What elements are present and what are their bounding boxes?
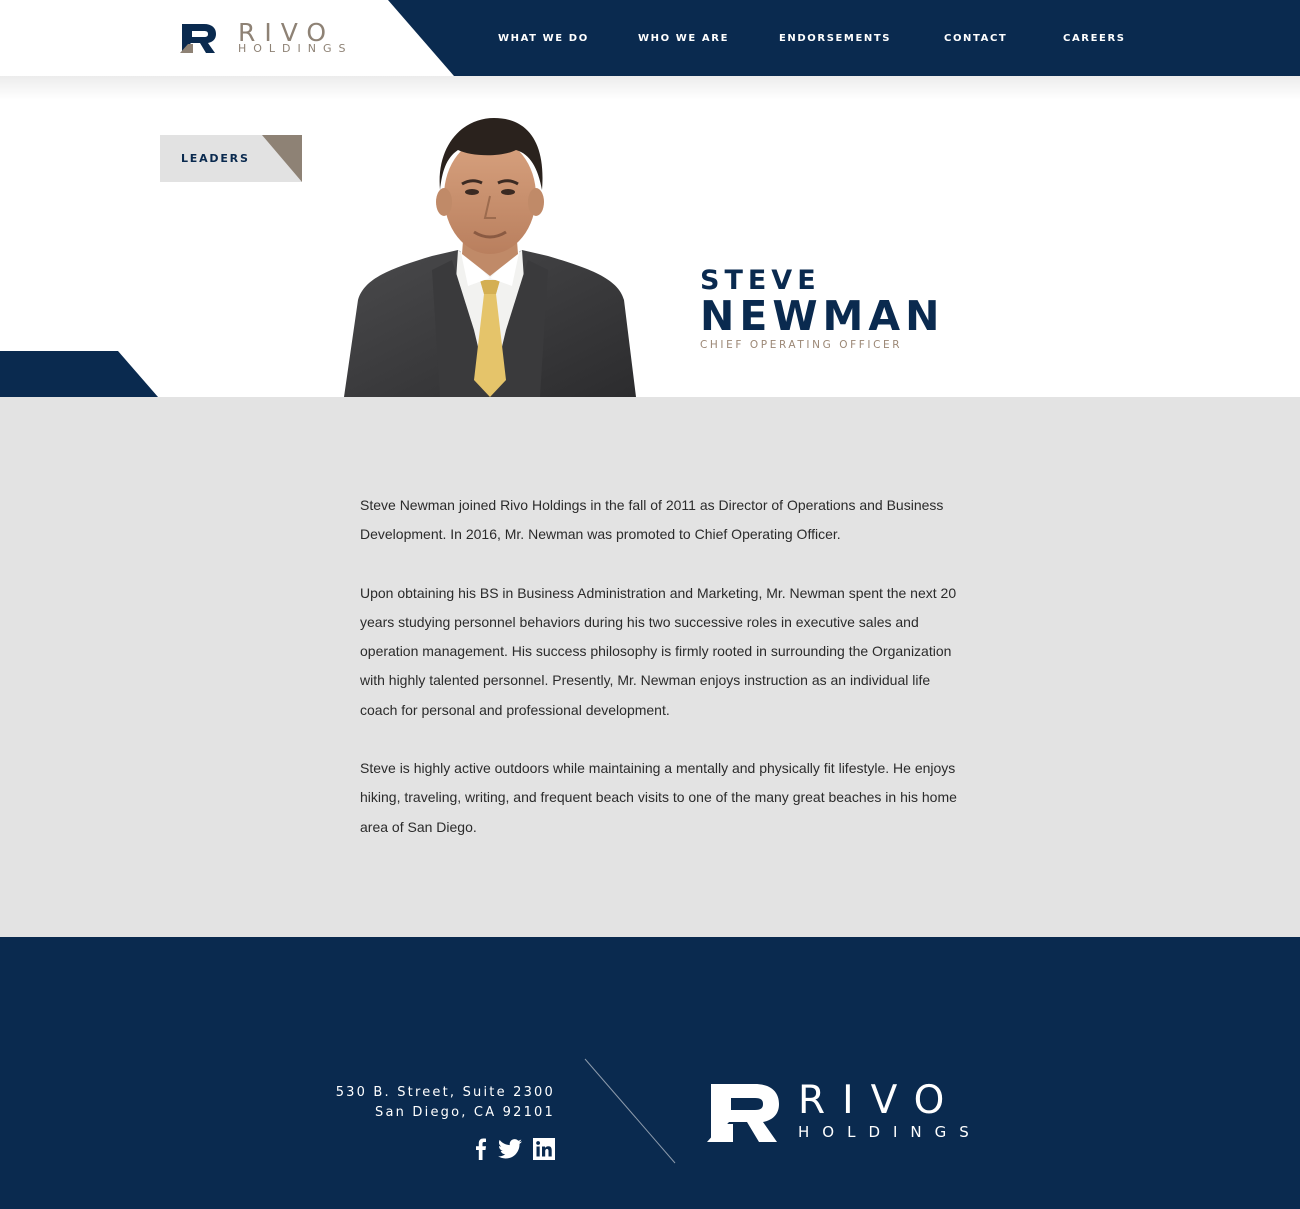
leader-last-name: NEWMAN	[700, 292, 945, 340]
nav-who-we-are[interactable]: WHO WE ARE	[638, 33, 729, 45]
footer-logo-wordmark: RIVO	[798, 1078, 962, 1123]
rivo-r-mark-icon	[180, 24, 216, 53]
bio-text: Steve Newman joined Rivo Holdings in the…	[360, 491, 960, 871]
linkedin-icon[interactable]	[533, 1138, 555, 1160]
footer-divider-line	[584, 1058, 676, 1164]
leaders-tag-label: LEADERS	[181, 152, 250, 165]
bio-section: Steve Newman joined Rivo Holdings in the…	[0, 397, 1300, 937]
nav-contact[interactable]: CONTACT	[944, 33, 1007, 45]
tag-corner-accent	[262, 135, 302, 182]
header-logo[interactable]: RIVO HOLDINGS	[180, 20, 370, 56]
bio-paragraph: Upon obtaining his BS in Business Admini…	[360, 584, 957, 718]
rivo-r-mark-icon	[707, 1084, 779, 1142]
facebook-icon[interactable]	[476, 1138, 486, 1160]
header-shadow	[0, 76, 1300, 100]
site-header: RIVO HOLDINGS WHAT WE DO WHO WE ARE ENDO…	[0, 0, 1300, 76]
leader-job-title: CHIEF OPERATING OFFICER	[700, 339, 903, 351]
nav-careers[interactable]: CAREERS	[1063, 33, 1126, 45]
footer-address-line1: 530 B. Street, Suite 2300	[335, 1085, 555, 1100]
footer-logo[interactable]: RIVO HOLDINGS	[706, 1080, 991, 1146]
site-footer: 530 B. Street, Suite 2300 San Diego, CA …	[0, 937, 1300, 1209]
footer-address-line2: San Diego, CA 92101	[375, 1105, 555, 1120]
footer-logo-subtitle: HOLDINGS	[798, 1123, 982, 1141]
bio-paragraph: Steve is highly active outdoors while ma…	[360, 760, 957, 835]
leader-portrait	[344, 118, 636, 397]
logo-subtitle: HOLDINGS	[238, 42, 353, 55]
bio-paragraph: Steve Newman joined Rivo Holdings in the…	[360, 497, 944, 543]
nav-endorsements[interactable]: ENDORSEMENTS	[779, 33, 891, 45]
leaders-tag[interactable]: LEADERS	[160, 135, 302, 182]
twitter-icon[interactable]	[498, 1138, 522, 1160]
nav-what-we-do[interactable]: WHAT WE DO	[498, 33, 589, 45]
hero-blue-accent	[0, 351, 158, 397]
